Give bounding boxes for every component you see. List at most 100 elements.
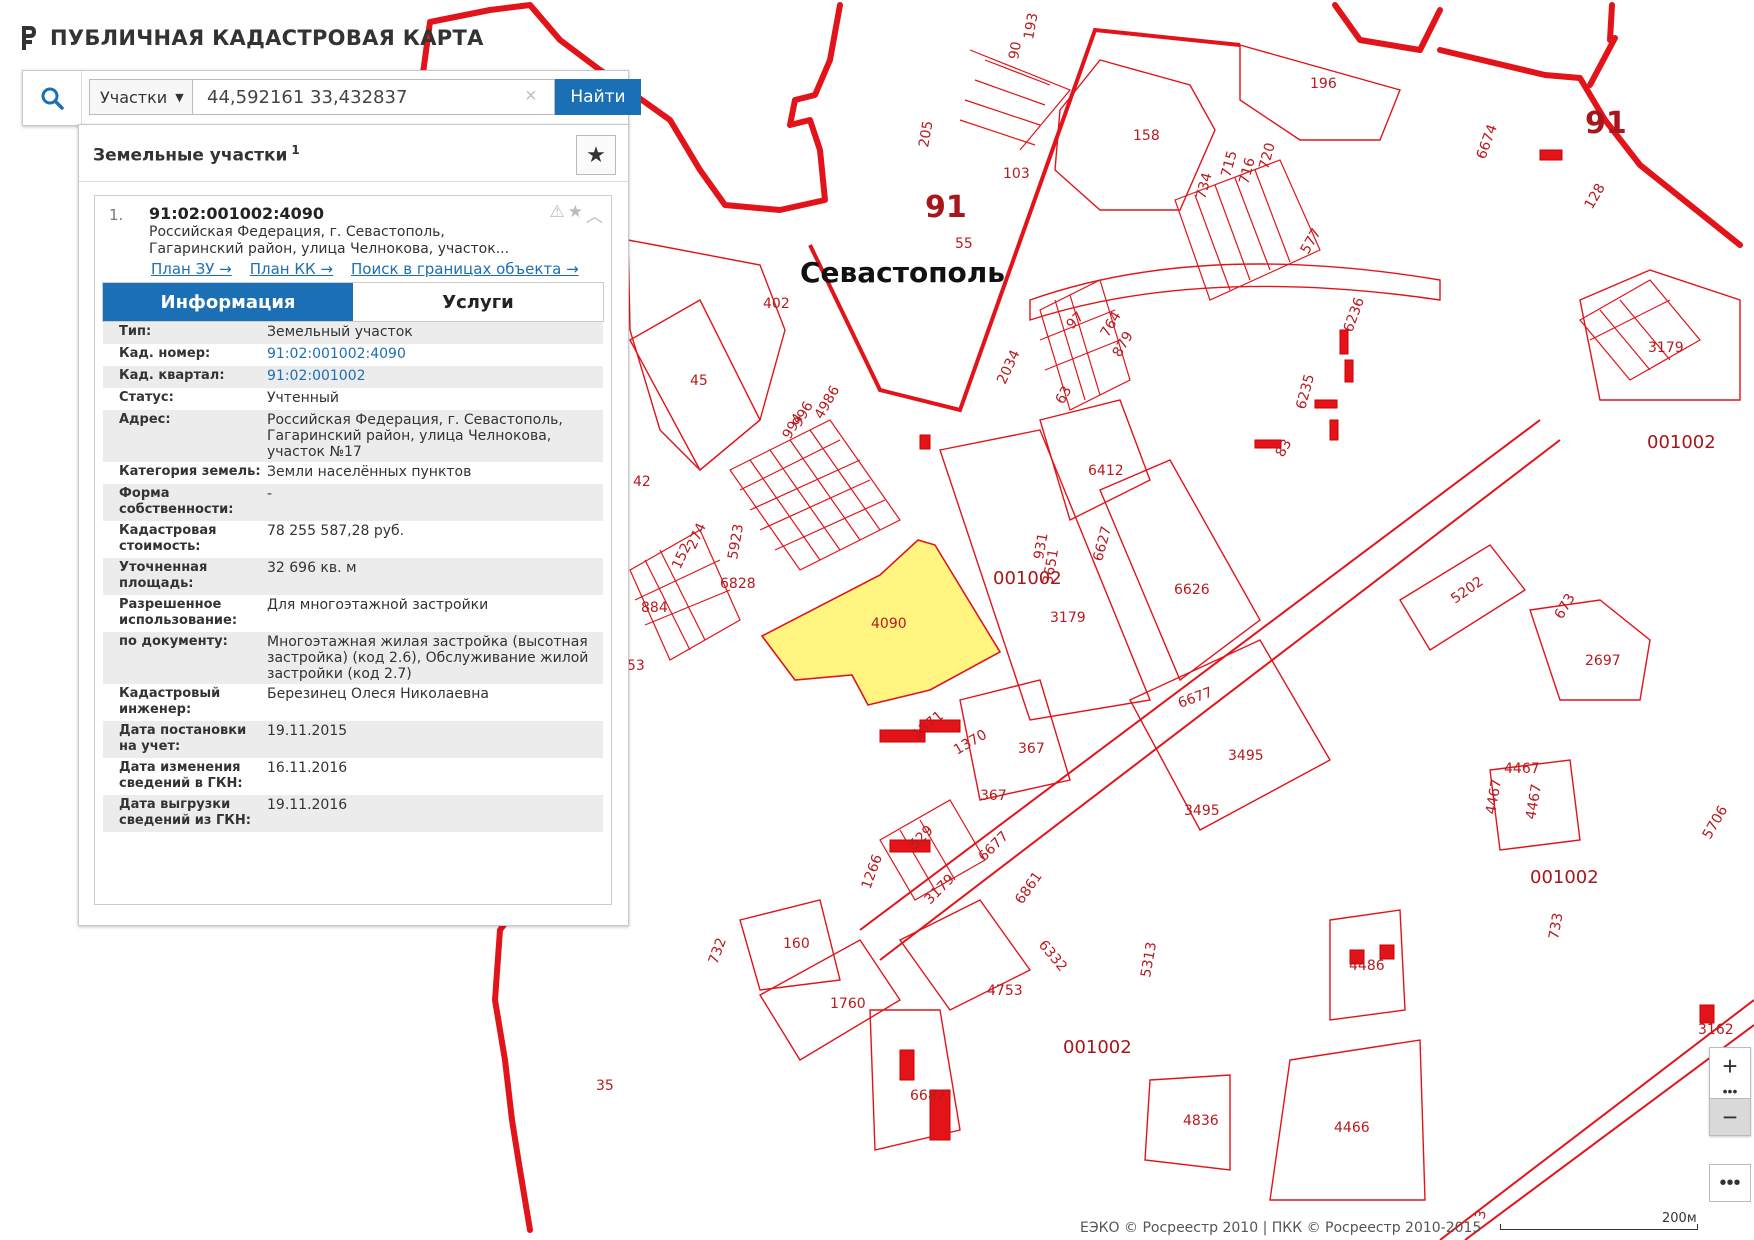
info-row: Тип: Земельный участок bbox=[103, 322, 603, 344]
parcel-number-label: 733 bbox=[1546, 912, 1566, 941]
boundary-line-northeast bbox=[1332, 2, 1743, 248]
parcel-number-label: 5923 bbox=[725, 523, 747, 561]
results-panel-header: Земельные участки 1 ★ bbox=[79, 125, 628, 182]
info-value: Земли населённых пунктов bbox=[267, 464, 472, 480]
search-bar: Участки ▼ × Найти bbox=[22, 70, 641, 126]
parcel-number-label: 35 bbox=[596, 1078, 614, 1094]
results-count: 1 bbox=[291, 143, 300, 157]
parcel-number-label: 3495 bbox=[1228, 748, 1264, 764]
chevron-up-icon[interactable]: ︿ bbox=[586, 202, 603, 227]
parcel-number-label: 3179 bbox=[1648, 340, 1684, 356]
results-panel: Земельные участки 1 ★ 1. 91:02:001002:409… bbox=[78, 124, 629, 926]
info-key: Кад. квартал: bbox=[119, 368, 225, 383]
info-row: Категория земель: Земли населённых пункто… bbox=[103, 462, 603, 484]
clear-icon[interactable]: × bbox=[525, 85, 537, 108]
info-key: Разрешенное использование: bbox=[119, 597, 238, 628]
region-label: 91 bbox=[1585, 106, 1627, 141]
parcel-outline-196 bbox=[1239, 44, 1401, 141]
plan-zu-link[interactable]: План ЗУ → bbox=[151, 260, 232, 278]
info-key: Уточненная площадь: bbox=[119, 560, 208, 591]
info-value: Для многоэтажной застройки bbox=[267, 597, 489, 613]
parcel-number-label: 6332 bbox=[1035, 937, 1070, 975]
info-key: Дата изменения сведений в ГКН: bbox=[119, 760, 243, 791]
zoom-in-button[interactable]: + bbox=[1710, 1048, 1750, 1084]
parcel-number-label: 160 bbox=[783, 936, 810, 952]
zoom-out-button[interactable]: − bbox=[1710, 1098, 1750, 1135]
search-input[interactable] bbox=[193, 79, 555, 115]
result-cadastral-number[interactable]: 91:02:001002:4090 bbox=[149, 204, 324, 223]
result-links: План ЗУ → План КК → Поиск в границах объ… bbox=[151, 260, 579, 278]
info-value[interactable]: 91:02:001002 bbox=[267, 366, 603, 388]
parcel-outline-6412 bbox=[1039, 399, 1151, 521]
search-in-bounds-link[interactable]: Поиск в границах объекта → bbox=[351, 260, 579, 278]
parcel-number-label: 63 bbox=[1053, 384, 1076, 407]
info-row: Кад. номер: 91:02:001002:4090 bbox=[103, 344, 603, 366]
parcel-number-label: 274 bbox=[684, 521, 710, 552]
info-value: 78 255 587,28 руб. bbox=[267, 523, 405, 539]
info-table: Тип: Земельный участок Кад. номер: 91:02:00… bbox=[103, 322, 603, 832]
scale-label: 200м bbox=[1662, 1211, 1697, 1226]
parcel-number-label: 6677 bbox=[976, 828, 1013, 865]
info-value: Многоэтажная жилая застройка (высотная з… bbox=[267, 634, 589, 682]
rosreestr-logo-icon bbox=[22, 26, 36, 50]
tab-information[interactable]: Информация bbox=[103, 283, 353, 321]
map-stage[interactable]: 196 158 103 55 205 90 193 6674 128 715 720 716 734 57… bbox=[0, 0, 1754, 1240]
parcel-number-label: 193 bbox=[1021, 12, 1041, 41]
zoom-level-dots: ••• bbox=[1722, 1083, 1738, 1099]
parcel-outline-3179-ne bbox=[1579, 269, 1741, 401]
info-value: - bbox=[267, 486, 273, 502]
search-type-label: Участки bbox=[100, 87, 168, 107]
parcel-number-label: 1760 bbox=[830, 996, 866, 1012]
info-key: Кадастровый инженер: bbox=[119, 686, 221, 717]
parcel-number-label: 367 bbox=[980, 788, 1007, 804]
info-key: Кад. номер: bbox=[119, 346, 211, 361]
parcel-number-label: 6626 bbox=[1174, 582, 1210, 598]
info-value: Российская Федерация, г. Севастополь, Га… bbox=[267, 412, 563, 460]
building bbox=[919, 434, 931, 450]
info-row: Кад. квартал: 91:02:001002 bbox=[103, 366, 603, 388]
search-type-select[interactable]: Участки ▼ bbox=[89, 79, 193, 115]
info-row: Адрес: Российская Федерация, г. Севастопо… bbox=[103, 410, 603, 462]
map-attribution: ЕЭКО © Росреестр 2010 | ПКК © Росреестр … bbox=[1080, 1220, 1482, 1236]
building bbox=[1344, 359, 1354, 383]
parcel-outline-big-west bbox=[627, 239, 786, 471]
tab-services[interactable]: Услуги bbox=[353, 283, 603, 321]
find-button[interactable]: Найти bbox=[555, 79, 641, 115]
warning-icon[interactable]: ⚠ bbox=[550, 202, 565, 227]
info-row: Статус: Учтенный bbox=[103, 388, 603, 410]
info-row: Дата изменения сведений в ГКН: 16.11.2016 bbox=[103, 758, 603, 795]
info-value: Учтенный bbox=[267, 390, 340, 406]
parcel-number-label: 4090 bbox=[871, 616, 907, 632]
parcel-number-label: 4486 bbox=[1349, 958, 1385, 974]
info-value[interactable]: 91:02:001002:4090 bbox=[267, 344, 603, 366]
parcel-outline-3495a bbox=[1129, 639, 1331, 831]
result-address: Российская Федерация, г. Севастополь, Га… bbox=[149, 224, 510, 257]
plan-kk-link[interactable]: План КК → bbox=[250, 260, 333, 278]
parcel-number-label: 720 bbox=[1256, 141, 1278, 171]
info-row: по документу: Многоэтажная жилая застройк… bbox=[103, 632, 603, 684]
parcel-number-label: 6687 bbox=[910, 1088, 946, 1104]
star-outline-icon[interactable]: ★ bbox=[568, 202, 583, 227]
results-title-text: Земельные участки bbox=[93, 145, 288, 166]
road-line-1 bbox=[859, 419, 1541, 931]
info-key: Статус: bbox=[119, 390, 174, 405]
building bbox=[1339, 329, 1349, 355]
parcel-outline-arc bbox=[1029, 263, 1441, 321]
parcel-number-label: 128 bbox=[1582, 181, 1609, 212]
info-value: Земельный участок bbox=[267, 324, 413, 340]
info-value: 19.11.2016 bbox=[267, 797, 348, 813]
info-row: Разрешенное использование: Для многоэтажн… bbox=[103, 595, 603, 632]
cadastral-quarter-label: 001002 bbox=[1530, 867, 1599, 888]
building bbox=[1329, 419, 1339, 441]
info-key: Дата выгрузки сведений из ГКН: bbox=[119, 797, 251, 828]
info-key: Кадастровая стоимость: bbox=[119, 523, 217, 554]
info-key: по документу: bbox=[119, 634, 228, 649]
zoom-control: + ••• − bbox=[1709, 1047, 1751, 1136]
more-tools-button[interactable]: ••• bbox=[1709, 1164, 1751, 1202]
info-value: 32 696 кв. м bbox=[267, 560, 357, 576]
info-row: Форма собственности: - bbox=[103, 484, 603, 521]
map-labels: 19615810355205901936674128715 72071673457… bbox=[596, 12, 1734, 1221]
search-button[interactable] bbox=[23, 71, 82, 125]
favorites-button[interactable]: ★ bbox=[576, 135, 616, 175]
parcel-number-label: 3179 bbox=[1050, 610, 1086, 626]
